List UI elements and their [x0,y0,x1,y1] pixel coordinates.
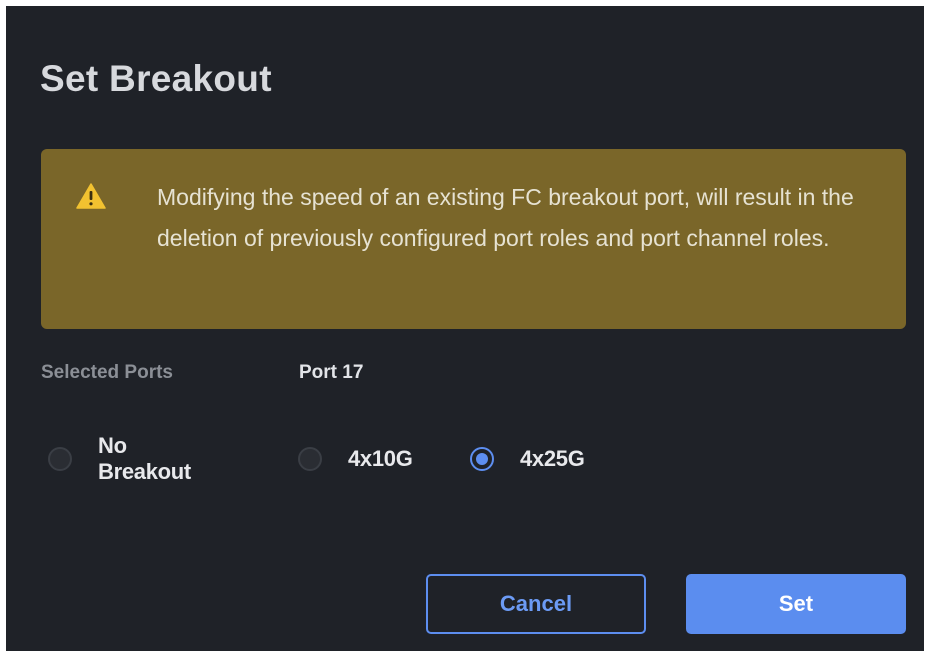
radio-no-breakout-circle[interactable] [48,447,72,471]
dialog-title: Set Breakout [40,58,272,99]
radio-4x10g-circle[interactable] [298,447,322,471]
radio-4x25g-label[interactable]: 4x25G [520,446,585,472]
set-breakout-dialog: Set Breakout Modifying the speed of an e… [6,6,924,651]
warning-banner: Modifying the speed of an existing FC br… [41,149,906,329]
radio-4x10g-label[interactable]: 4x10G [348,446,413,472]
cancel-button[interactable]: Cancel [426,574,646,634]
radio-4x10g[interactable]: 4x10G [298,444,413,474]
selected-ports-label: Selected Ports [41,362,173,383]
warning-text: Modifying the speed of an existing FC br… [157,184,854,251]
warning-triangle-icon [76,183,106,209]
selected-ports-value: Port 17 [299,362,364,383]
radio-no-breakout[interactable]: No Breakout [48,433,191,484]
set-button[interactable]: Set [686,574,906,634]
radio-4x25g-circle[interactable] [470,447,494,471]
radio-no-breakout-label[interactable]: No Breakout [98,433,191,485]
radio-4x25g[interactable]: 4x25G [470,444,585,474]
